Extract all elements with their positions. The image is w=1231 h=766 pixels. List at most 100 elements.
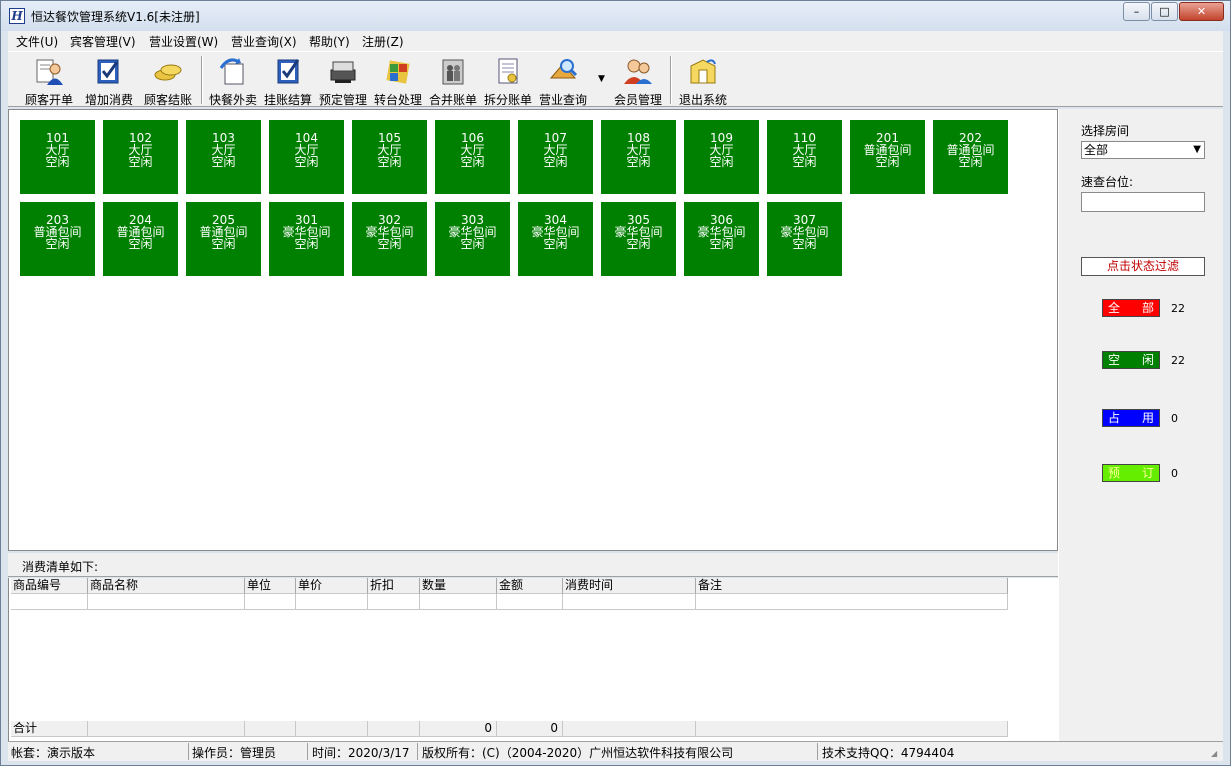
toolbar-merge-bill-button[interactable]: 合并账单	[426, 56, 480, 107]
room-status: 空闲	[294, 237, 319, 251]
column-header[interactable]: 商品编号	[11, 578, 88, 594]
status-filter-char: 部	[1141, 301, 1154, 315]
room-tile-104[interactable]: 104 大厅 空闲	[269, 120, 344, 194]
toolbar-label: 拆分账单	[483, 93, 532, 107]
room-status: 空闲	[709, 237, 734, 251]
toolbar-business-query-button[interactable]: 营业查询	[536, 56, 590, 107]
close-button[interactable]: ✕	[1179, 2, 1224, 21]
total-cell	[563, 721, 696, 737]
member-icon	[624, 59, 652, 84]
toolbar-takeaway-button[interactable]: 快餐外卖	[206, 56, 260, 107]
table-cell[interactable]	[296, 594, 368, 610]
menu-register[interactable]: 注册(Z)	[362, 33, 404, 50]
toolbar-label: 退出系统	[678, 93, 727, 107]
toolbar-split-bill-button[interactable]: 拆分账单	[481, 56, 535, 107]
room-tile-101[interactable]: 101 大厅 空闲	[20, 120, 95, 194]
chevron-down-icon[interactable]: ▼	[598, 74, 605, 84]
room-status: 空闲	[626, 155, 651, 169]
room-status: 空闲	[45, 237, 70, 251]
column-header[interactable]: 消费时间	[563, 578, 696, 594]
menu-guest[interactable]: 宾客管理(V)	[70, 33, 136, 50]
column-header[interactable]: 单位	[245, 578, 296, 594]
status-filter-char: 空	[1108, 353, 1121, 367]
column-header[interactable]: 单价	[296, 578, 368, 594]
room-tile-108[interactable]: 108 大厅 空闲	[601, 120, 676, 194]
column-header[interactable]: 数量	[420, 578, 497, 594]
status-filter-char: 预	[1108, 466, 1121, 480]
room-tile-107[interactable]: 107 大厅 空闲	[518, 120, 593, 194]
column-header[interactable]: 折扣	[368, 578, 420, 594]
room-tile-110[interactable]: 110 大厅 空闲	[767, 120, 842, 194]
status-filter-all[interactable]: 全部	[1102, 299, 1160, 317]
toolbar-reservation-button[interactable]: 预定管理	[316, 56, 370, 107]
status-count-idle: 22	[1171, 354, 1185, 367]
column-header[interactable]: 金额	[497, 578, 563, 594]
column-header[interactable]: 商品名称	[88, 578, 245, 594]
toolbar-customer-order-button[interactable]: 顾客开单	[22, 56, 76, 107]
status-count-occupied: 0	[1171, 412, 1178, 425]
quick-search-input[interactable]	[1081, 192, 1205, 212]
status-filter-idle[interactable]: 空闲	[1102, 351, 1160, 369]
room-type-select[interactable]: 全部 ▼	[1081, 141, 1205, 159]
table-cell[interactable]	[696, 594, 1008, 610]
room-tile-203[interactable]: 203 普通包间 空闲	[20, 202, 95, 276]
toolbar-add-consumption-button[interactable]: 增加消费	[82, 56, 136, 107]
column-header[interactable]: 备注	[696, 578, 1008, 594]
menu-business-query[interactable]: 营业查询(X)	[231, 33, 297, 50]
table-cell[interactable]	[497, 594, 563, 610]
reservation-icon	[330, 61, 356, 83]
toolbar-member-button[interactable]: 会员管理	[611, 56, 665, 107]
room-tile-103[interactable]: 103 大厅 空闲	[186, 120, 261, 194]
status-filter-button[interactable]: 点击状态过滤	[1081, 257, 1205, 276]
table-cell[interactable]	[88, 594, 245, 610]
status-filter-reserved[interactable]: 预订	[1102, 464, 1160, 482]
business-query-icon	[549, 59, 578, 79]
total-amount: 0	[497, 721, 563, 737]
total-label: 合计	[11, 721, 88, 737]
minimize-button[interactable]: –	[1123, 2, 1150, 21]
transfer-table-icon	[386, 60, 410, 84]
chevron-down-icon: ▼	[1193, 144, 1201, 155]
app-window: H 恒达餐饮管理系统V1.6[未注册] – □ ✕ 文件(U) 宾客管理(V) …	[0, 0, 1231, 766]
status-filter-char: 闲	[1141, 353, 1154, 367]
room-tile-106[interactable]: 106 大厅 空闲	[435, 120, 510, 194]
room-status: 空闲	[709, 155, 734, 169]
room-tile-202[interactable]: 202 普通包间 空闲	[933, 120, 1008, 194]
room-tile-307[interactable]: 307 豪华包间 空闲	[767, 202, 842, 276]
room-status: 空闲	[792, 237, 817, 251]
table-cell[interactable]	[563, 594, 696, 610]
status-filter-occupied[interactable]: 占用	[1102, 409, 1160, 427]
room-tile-305[interactable]: 305 豪华包间 空闲	[601, 202, 676, 276]
title-bar[interactable]: H 恒达餐饮管理系统V1.6[未注册] – □ ✕	[1, 1, 1230, 31]
resize-grip-icon[interactable]: ◢	[1211, 749, 1221, 759]
room-tile-105[interactable]: 105 大厅 空闲	[352, 120, 427, 194]
room-grid: 101 大厅 空闲 102 大厅 空闲 103 大厅 空闲 104 大厅 空闲 105 大厅 空闲 106 大厅…	[8, 109, 1058, 551]
room-tile-109[interactable]: 109 大厅 空闲	[684, 120, 759, 194]
toolbar-label: 顾客结账	[143, 93, 192, 107]
menu-business-settings[interactable]: 营业设置(W)	[149, 33, 218, 50]
room-tile-205[interactable]: 205 普通包间 空闲	[186, 202, 261, 276]
toolbar-exit-button[interactable]: 退出系统	[676, 56, 730, 107]
room-tile-302[interactable]: 302 豪华包间 空闲	[352, 202, 427, 276]
menu-file[interactable]: 文件(U)	[16, 33, 58, 50]
room-tile-303[interactable]: 303 豪华包间 空闲	[435, 202, 510, 276]
room-status: 空闲	[543, 155, 568, 169]
table-cell[interactable]	[245, 594, 296, 610]
room-tile-204[interactable]: 204 普通包间 空闲	[103, 202, 178, 276]
room-tile-306[interactable]: 306 豪华包间 空闲	[684, 202, 759, 276]
toolbar-credit-settle-button[interactable]: 挂账结算	[261, 56, 315, 107]
table-cell[interactable]	[420, 594, 497, 610]
maximize-button[interactable]: □	[1151, 2, 1178, 21]
room-tile-301[interactable]: 301 豪华包间 空闲	[269, 202, 344, 276]
table-cell[interactable]	[11, 594, 88, 610]
room-tile-102[interactable]: 102 大厅 空闲	[103, 120, 178, 194]
right-panel: 选择房间 全部 ▼ 速查台位: 点击状态过滤 全部 22 空闲 22 占用 0 预订 0	[1058, 109, 1223, 743]
toolbar-checkout-button[interactable]: 顾客结账	[141, 56, 195, 107]
room-tile-201[interactable]: 201 普通包间 空闲	[850, 120, 925, 194]
order-table[interactable]: 商品编号 商品名称 单位 单价 折扣 数量 金额 消费时间 备注 合计 0 0	[8, 578, 1058, 741]
room-tile-304[interactable]: 304 豪华包间 空闲	[518, 202, 593, 276]
menu-help[interactable]: 帮助(Y)	[309, 33, 350, 50]
table-cell[interactable]	[368, 594, 420, 610]
toolbar-transfer-table-button[interactable]: 转台处理	[371, 56, 425, 107]
window-title: 恒达餐饮管理系统V1.6[未注册]	[31, 10, 200, 24]
